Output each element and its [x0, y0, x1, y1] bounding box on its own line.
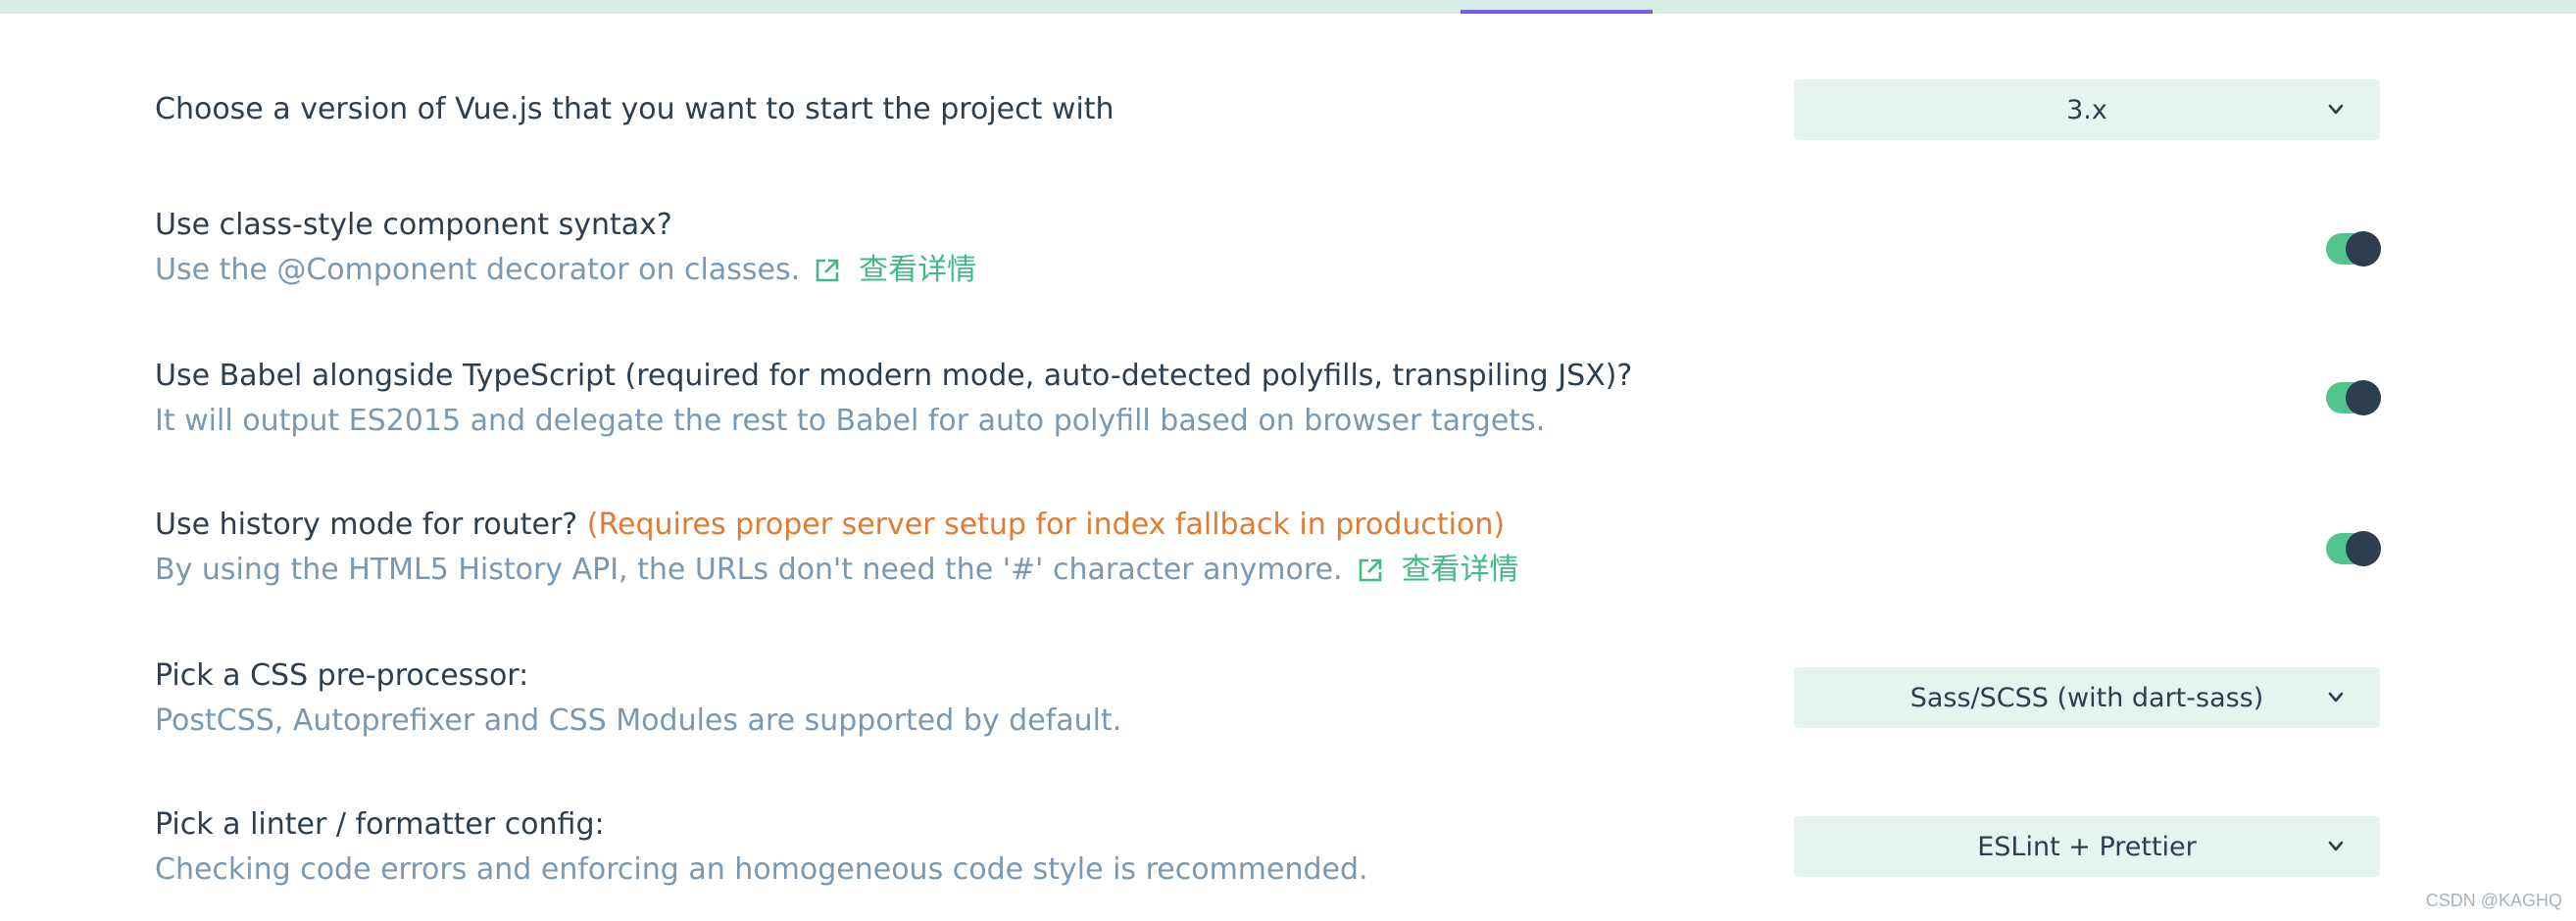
babel-description: It will output ES2015 and delegate the r… — [155, 404, 1546, 438]
option-row-history-mode: Use history mode for router? (Requires p… — [155, 506, 2382, 590]
chevron-down-icon — [2328, 692, 2344, 703]
option-row-babel: Use Babel alongside TypeScript (required… — [155, 357, 2382, 441]
history-mode-warning: (Requires proper server setup for index … — [586, 508, 1506, 542]
class-component-description: Use the @Component decorator on classes. — [155, 253, 801, 287]
history-mode-description-line: By using the HTML5 History API, the URLs… — [155, 551, 2382, 590]
active-tab-indicator — [1461, 10, 1653, 14]
history-mode-details-link[interactable]: 查看详情 — [1357, 551, 1519, 590]
top-nav-bar — [0, 0, 2576, 14]
babel-description-line: It will output ES2015 and delegate the r… — [155, 402, 2382, 441]
history-mode-details-link-label: 查看详情 — [1401, 553, 1519, 587]
external-link-icon — [1359, 558, 1381, 582]
class-component-details-link[interactable]: 查看详情 — [814, 251, 976, 290]
linter-select[interactable]: ESLint + Prettier — [1794, 816, 2380, 877]
css-preprocessor-description: PostCSS, Autoprefixer and CSS Modules ar… — [155, 703, 1122, 738]
chevron-down-icon — [2328, 841, 2344, 851]
babel-toggle[interactable] — [2326, 380, 2381, 415]
history-mode-title: Use history mode for router? — [155, 508, 578, 542]
vue-version-selected-value: 3.x — [2066, 94, 2107, 125]
class-component-description-line: Use the @Component decorator on classes.… — [155, 251, 2382, 290]
history-mode-description: By using the HTML5 History API, the URLs… — [155, 553, 1343, 587]
project-features-config-page: Choose a version of Vue.js that you want… — [0, 0, 2576, 921]
css-preprocessor-selected-value: Sass/SCSS (with dart-sass) — [1909, 682, 2264, 713]
toggle-knob — [2346, 380, 2381, 415]
babel-title: Use Babel alongside TypeScript (required… — [155, 359, 1633, 393]
watermark: CSDN @KAGHQ — [2425, 891, 2562, 910]
class-component-details-link-label: 查看详情 — [859, 253, 977, 287]
history-mode-title-line: Use history mode for router? (Requires p… — [155, 506, 2382, 545]
vue-version-select[interactable]: 3.x — [1794, 79, 2380, 140]
toggle-knob — [2346, 231, 2381, 267]
linter-description: Checking code errors and enforcing an ho… — [155, 852, 1368, 887]
css-preprocessor-select[interactable]: Sass/SCSS (with dart-sass) — [1794, 667, 2380, 728]
chevron-down-icon — [2328, 104, 2344, 115]
history-mode-toggle[interactable] — [2326, 531, 2381, 566]
option-row-class-component: Use class-style component syntax? Use th… — [155, 206, 2382, 290]
class-component-toggle[interactable] — [2326, 231, 2381, 267]
class-component-title: Use class-style component syntax? — [155, 208, 672, 242]
external-link-icon — [816, 259, 839, 282]
toggle-knob — [2346, 531, 2381, 566]
linter-selected-value: ESLint + Prettier — [1977, 831, 2197, 862]
